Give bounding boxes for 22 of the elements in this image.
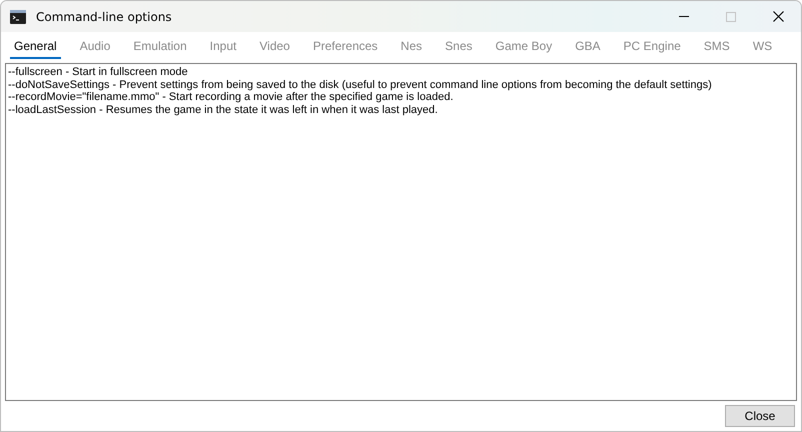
tab[interactable]: WS: [748, 37, 776, 59]
option-line: --loadLastSession - Resumes the game in the state it was left in when it was last played.: [8, 104, 439, 117]
close-button[interactable]: Close: [725, 405, 795, 427]
console-icon: [10, 10, 26, 24]
tab[interactable]: Game Boy: [491, 37, 556, 59]
tab[interactable]: SMS: [700, 37, 734, 59]
tab[interactable]: Nes: [396, 37, 426, 59]
tab[interactable]: Snes: [441, 37, 476, 59]
tab[interactable]: Emulation: [129, 37, 191, 59]
tab[interactable]: Preferences: [308, 37, 382, 59]
tab[interactable]: Input: [206, 37, 240, 59]
option-line: --recordMovie="filename.mmo" - Start recording a movie after the specified game is loaded.: [8, 91, 454, 104]
close-icon[interactable]: [772, 11, 784, 22]
option-line: --fullscreen - Start in fullscreen mode: [8, 66, 189, 79]
options-text-area[interactable]: [5, 63, 797, 401]
tab[interactable]: Video: [255, 37, 294, 59]
option-line: --doNotSaveSettings - Prevent settings from being saved to the disk (useful to prevent command line options from becoming the default settings): [8, 78, 713, 92]
window-title: Command-line options: [36, 10, 173, 24]
tab[interactable]: Audio: [76, 37, 114, 59]
tab[interactable]: General: [10, 37, 61, 59]
tab[interactable]: GBA: [571, 37, 604, 59]
tab[interactable]: PC Engine: [619, 37, 685, 59]
